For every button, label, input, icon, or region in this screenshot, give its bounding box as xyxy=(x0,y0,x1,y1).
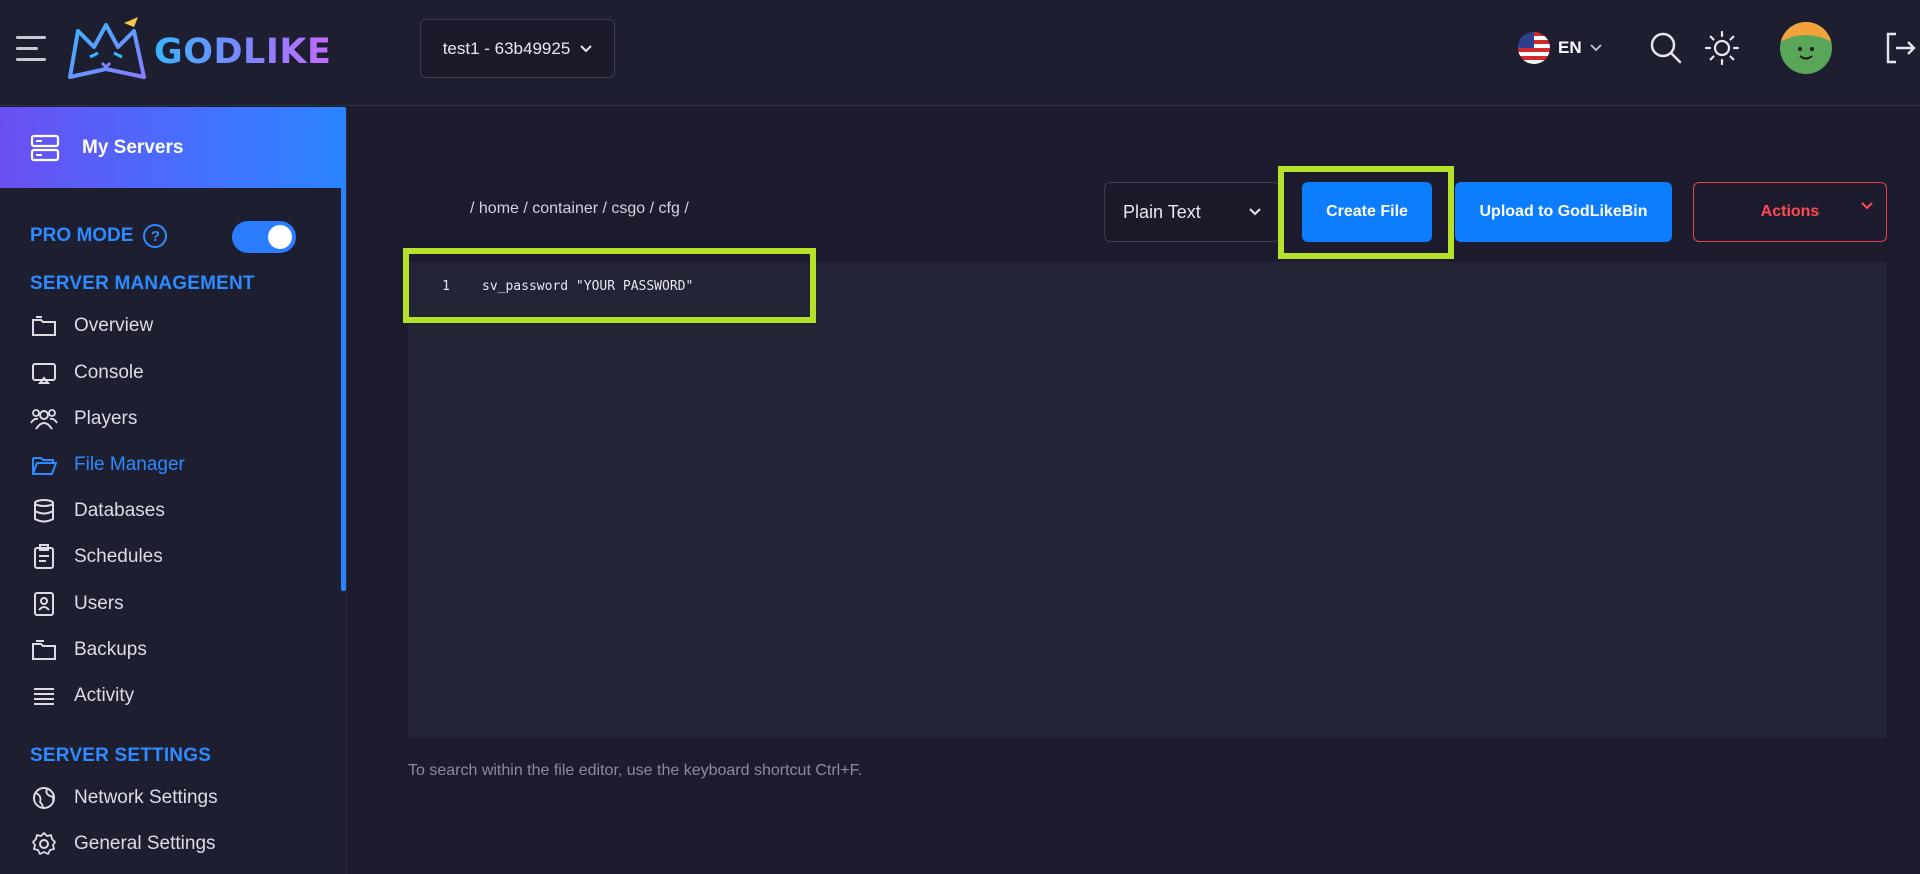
actions-label: Actions xyxy=(1760,203,1820,220)
brand-logo[interactable]: GODLIKE xyxy=(64,12,331,92)
top-bar: GODLIKE test1 - 63b49925 EN xyxy=(0,0,1920,106)
sidebar-item-label: Players xyxy=(74,408,138,429)
logout-icon[interactable] xyxy=(1882,30,1918,66)
chevron-down-icon xyxy=(580,44,593,52)
server-icon xyxy=(30,134,60,161)
sidebar-item-overview[interactable]: Overview xyxy=(30,310,153,342)
sidebar-item-label: General Settings xyxy=(74,833,216,854)
database-icon xyxy=(34,499,54,523)
folder-open-icon xyxy=(32,457,58,475)
line-number: 1 xyxy=(442,278,450,294)
code-line: 1 sv_password "YOUR PASSWORD" xyxy=(408,274,693,298)
server-select[interactable]: test1 - 63b49925 xyxy=(420,19,615,78)
chevron-down-icon xyxy=(1861,202,1873,210)
search-icon[interactable] xyxy=(1648,30,1684,66)
sidebar-item-label: Network Settings xyxy=(74,787,218,808)
sidebar-item-activity[interactable]: Activity xyxy=(30,680,134,712)
code-editor[interactable]: 1 sv_password "YOUR PASSWORD" xyxy=(408,262,1886,738)
sidebar-item-label: Schedules xyxy=(74,546,163,567)
clipboard-icon xyxy=(34,544,54,569)
help-icon[interactable]: ? xyxy=(143,224,168,248)
syntax-mode-label: Plain Text xyxy=(1123,201,1201,222)
brand-name: GODLIKE xyxy=(154,32,332,72)
sidebar-item-backups[interactable]: Backups xyxy=(30,634,147,666)
syntax-mode-select[interactable]: Plain Text xyxy=(1104,182,1280,242)
globe-icon xyxy=(33,787,55,809)
menu-icon[interactable] xyxy=(16,34,50,64)
create-file-button[interactable]: Create File xyxy=(1302,182,1432,242)
language-select[interactable]: EN xyxy=(1518,31,1602,65)
sidebar-item-label: Databases xyxy=(74,500,165,521)
user-card-icon xyxy=(34,592,54,616)
chevron-down-icon xyxy=(1589,44,1602,52)
sidebar-item-network-settings[interactable]: Network Settings xyxy=(30,782,218,814)
sidebar-item-players[interactable]: Players xyxy=(30,403,137,435)
server-select-label: test1 - 63b49925 xyxy=(442,38,571,58)
gear-icon xyxy=(32,832,56,855)
sidebar-item-label: Activity xyxy=(74,685,135,706)
server-management-title: SERVER MANAGEMENT xyxy=(30,273,255,294)
actions-button[interactable]: Actions xyxy=(1693,182,1887,242)
my-servers-label: My Servers xyxy=(82,136,184,158)
backup-icon xyxy=(32,640,56,660)
sidebar-item-databases[interactable]: Databases xyxy=(30,495,165,527)
sidebar-item-label: Console xyxy=(74,362,144,383)
players-icon xyxy=(30,409,58,430)
sidebar-item-label: Users xyxy=(74,593,124,614)
fox-logo-icon xyxy=(68,17,146,79)
sidebar-item-label: File Manager xyxy=(74,454,185,475)
sidebar-item-general-settings[interactable]: General Settings xyxy=(30,828,216,860)
avatar-face-icon xyxy=(1780,22,1832,60)
breadcrumb[interactable]: / home / container / csgo / cfg / xyxy=(470,200,689,218)
sidebar-item-file-manager[interactable]: File Manager xyxy=(30,449,185,481)
list-icon xyxy=(34,688,54,705)
editor-hint: To search within the file editor, use th… xyxy=(408,762,863,779)
avatar[interactable] xyxy=(1780,22,1832,74)
us-flag-icon xyxy=(1518,32,1550,64)
folder-icon xyxy=(32,316,56,336)
my-servers-button[interactable]: My Servers xyxy=(0,107,342,188)
sidebar: My Servers PRO MODE ? SERVER MANAGEMENT … xyxy=(0,107,347,874)
line-text: sv_password "YOUR PASSWORD" xyxy=(482,278,694,294)
sidebar-item-schedules[interactable]: Schedules xyxy=(30,541,163,573)
sidebar-item-users[interactable]: Users xyxy=(30,588,124,620)
pro-mode-label: PRO MODE xyxy=(30,225,134,246)
sidebar-item-console[interactable]: Console xyxy=(30,357,144,389)
console-icon xyxy=(32,363,56,384)
upload-godlikebin-button[interactable]: Upload to GodLikeBin xyxy=(1455,182,1672,242)
sidebar-item-label: Overview xyxy=(74,315,154,336)
language-label: EN xyxy=(1558,38,1582,57)
pro-mode-row: PRO MODE ? xyxy=(30,219,296,253)
server-settings-title: SERVER SETTINGS xyxy=(30,745,212,766)
sidebar-item-label: Backups xyxy=(74,639,147,660)
chevron-down-icon xyxy=(1249,208,1261,216)
sun-icon[interactable] xyxy=(1704,30,1740,66)
pro-mode-toggle[interactable] xyxy=(232,221,296,253)
